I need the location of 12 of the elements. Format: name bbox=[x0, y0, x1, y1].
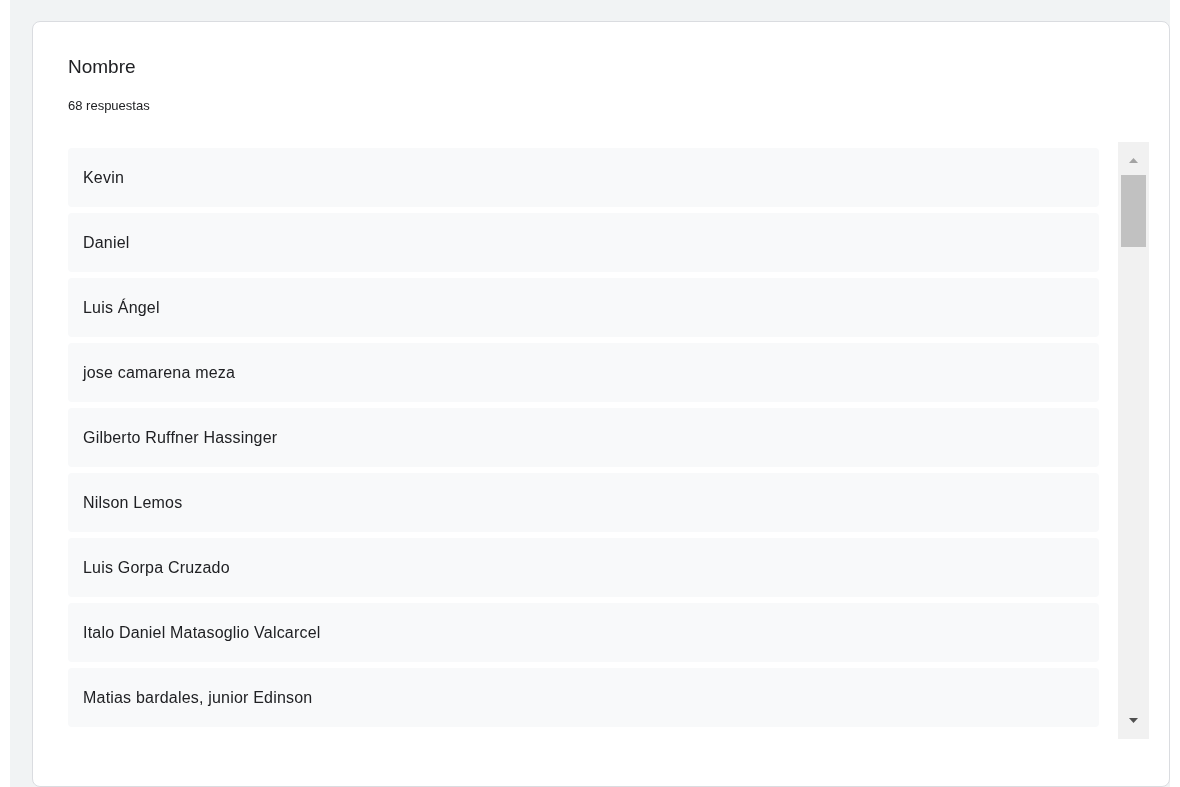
response-item: Gilberto Ruffner Hassinger bbox=[68, 408, 1099, 467]
response-item: Luis Ángel bbox=[68, 278, 1099, 337]
question-title: Nombre bbox=[68, 56, 137, 78]
scrollbar[interactable] bbox=[1118, 142, 1149, 739]
response-item: Luis Gorpa Cruzado bbox=[68, 538, 1099, 597]
response-item: jose camarena meza bbox=[68, 343, 1099, 402]
response-item: Nilson Lemos bbox=[68, 473, 1099, 532]
response-item: Kevin bbox=[68, 148, 1099, 207]
response-item: Daniel bbox=[68, 213, 1099, 272]
response-count: 68 respuestas bbox=[68, 98, 151, 113]
response-item: Italo Daniel Matasoglio Valcarcel bbox=[68, 603, 1099, 662]
response-item: Matias bardales, junior Edinson bbox=[68, 668, 1099, 727]
